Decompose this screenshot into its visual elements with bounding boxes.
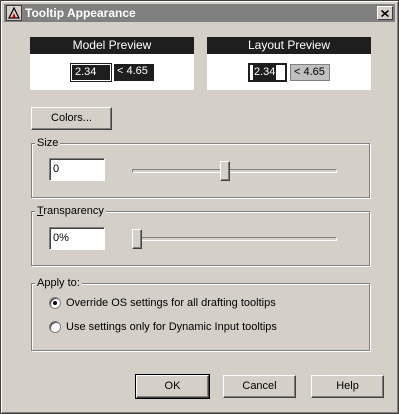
radio-selected-dot (53, 301, 57, 305)
cancel-button[interactable]: Cancel (223, 375, 296, 398)
close-button[interactable] (377, 6, 393, 20)
size-group-label: Size (35, 137, 61, 149)
close-icon (381, 9, 389, 17)
help-button-label: Help (336, 380, 359, 392)
layout-preview-value: 2.34 (248, 63, 287, 82)
model-preview-delta: < 4.65 (114, 64, 154, 81)
transparency-input[interactable]: 0% (49, 227, 105, 250)
ok-button-label: OK (164, 380, 181, 392)
model-preview-header: Model Preview (30, 37, 194, 54)
model-preview-body: 2.34 < 4.65 (30, 54, 194, 90)
size-slider-track[interactable] (132, 169, 337, 173)
dynamic-input-radio-label[interactable]: Use settings only for Dynamic Input tool… (66, 321, 277, 333)
override-os-radio-label[interactable]: Override OS settings for all drafting to… (66, 297, 276, 309)
layout-preview-delta: < 4.65 (290, 64, 330, 81)
layout-preview-value-text: 2.34 (253, 65, 277, 80)
size-slider-thumb[interactable] (220, 161, 230, 181)
ok-button[interactable]: OK (135, 374, 210, 399)
colors-button[interactable]: Colors... (31, 107, 112, 130)
dialog-title: Tooltip Appearance (25, 6, 136, 20)
transparency-slider-track[interactable] (132, 237, 337, 241)
apply-to-group (31, 283, 370, 351)
colors-button-label: Colors... (51, 112, 92, 124)
transparency-slider-thumb[interactable] (132, 229, 142, 249)
dialog-window: Tooltip Appearance Model Preview 2.34 < … (0, 0, 399, 414)
override-os-radio[interactable] (49, 297, 61, 309)
autocad-app-icon (6, 5, 22, 21)
help-button[interactable]: Help (311, 375, 384, 398)
title-bar[interactable]: Tooltip Appearance (4, 4, 395, 22)
apply-to-group-label: Apply to: (35, 277, 82, 289)
dynamic-input-radio[interactable] (49, 321, 61, 333)
transparency-group-label: Transparency (35, 205, 106, 217)
layout-preview-body: 2.34 < 4.65 (207, 54, 371, 90)
layout-preview-header: Layout Preview (207, 37, 371, 54)
model-preview-value: 2.34 (70, 63, 112, 82)
size-input[interactable]: 0 (49, 158, 105, 181)
cancel-button-label: Cancel (242, 380, 277, 392)
